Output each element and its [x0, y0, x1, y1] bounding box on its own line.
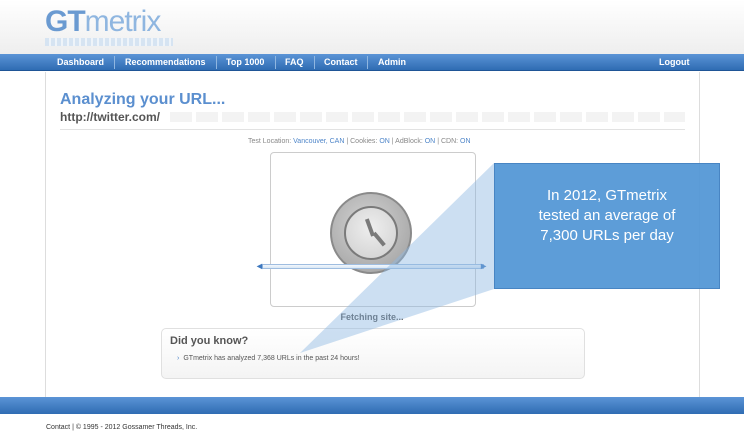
- nav-contact[interactable]: Contact: [324, 54, 358, 71]
- logo-reflection: [45, 38, 173, 46]
- adblock-label: AdBlock:: [395, 138, 423, 145]
- progress-left-cap-icon: ◂: [257, 261, 263, 272]
- nav-bar: Dashboard Recommendations Top 1000 FAQ C…: [0, 54, 744, 71]
- cdn-value: ON: [460, 138, 471, 145]
- nav-separator: [275, 56, 276, 69]
- adblock-value: ON: [424, 138, 436, 145]
- progress-right-cap-icon: ▸: [481, 261, 487, 272]
- faded-background-text: [170, 112, 685, 122]
- divider: [60, 129, 685, 130]
- did-you-know-item: › GTmetrix has analyzed 7,368 URLs in the…: [177, 355, 360, 362]
- nav-dashboard[interactable]: Dashboard: [57, 54, 104, 71]
- info-separator: |: [346, 138, 349, 145]
- did-you-know-text: GTmetrix has analyzed 7,368 URLs in the …: [183, 355, 360, 362]
- clock-hand: [372, 231, 386, 247]
- page-title: Analyzing your URL...: [60, 91, 226, 108]
- nav-separator: [114, 56, 115, 69]
- location-label: Test Location:: [248, 138, 292, 145]
- cookies-value: ON: [379, 138, 390, 145]
- nav-separator: [216, 56, 217, 69]
- nav-recommendations[interactable]: Recommendations: [125, 54, 206, 71]
- footer-bar: [0, 397, 744, 414]
- nav-logout[interactable]: Logout: [659, 54, 690, 71]
- logo-gt: GT: [45, 5, 86, 38]
- nav-top-1000[interactable]: Top 1000: [226, 54, 264, 71]
- status-text: Fetching site...: [340, 312, 404, 322]
- clock-icon: [330, 192, 412, 274]
- nav-faq[interactable]: FAQ: [285, 54, 304, 71]
- clock-face: [344, 206, 398, 260]
- chevron-right-icon: ›: [177, 355, 180, 362]
- gtmetrix-logo[interactable]: GTmetrix: [45, 4, 162, 40]
- location-value: Vancouver, CAN: [293, 138, 345, 145]
- did-you-know-title: Did you know?: [170, 335, 249, 347]
- progress-bar: [262, 264, 484, 269]
- footer-text: Contact | © 1995 - 2012 Gossamer Threads…: [46, 424, 198, 431]
- cdn-label: CDN:: [440, 138, 459, 145]
- logo-metrix: metrix: [84, 5, 162, 38]
- nav-separator: [367, 56, 368, 69]
- nav-admin[interactable]: Admin: [378, 54, 406, 71]
- info-separator: |: [437, 138, 440, 145]
- analyzed-url: http://twitter.com/: [60, 110, 160, 124]
- callout-text: In 2012, GTmetrix tested an average of 7…: [538, 187, 676, 244]
- nav-separator: [314, 56, 315, 69]
- cookies-label: Cookies:: [350, 138, 378, 145]
- info-separator: |: [391, 138, 394, 145]
